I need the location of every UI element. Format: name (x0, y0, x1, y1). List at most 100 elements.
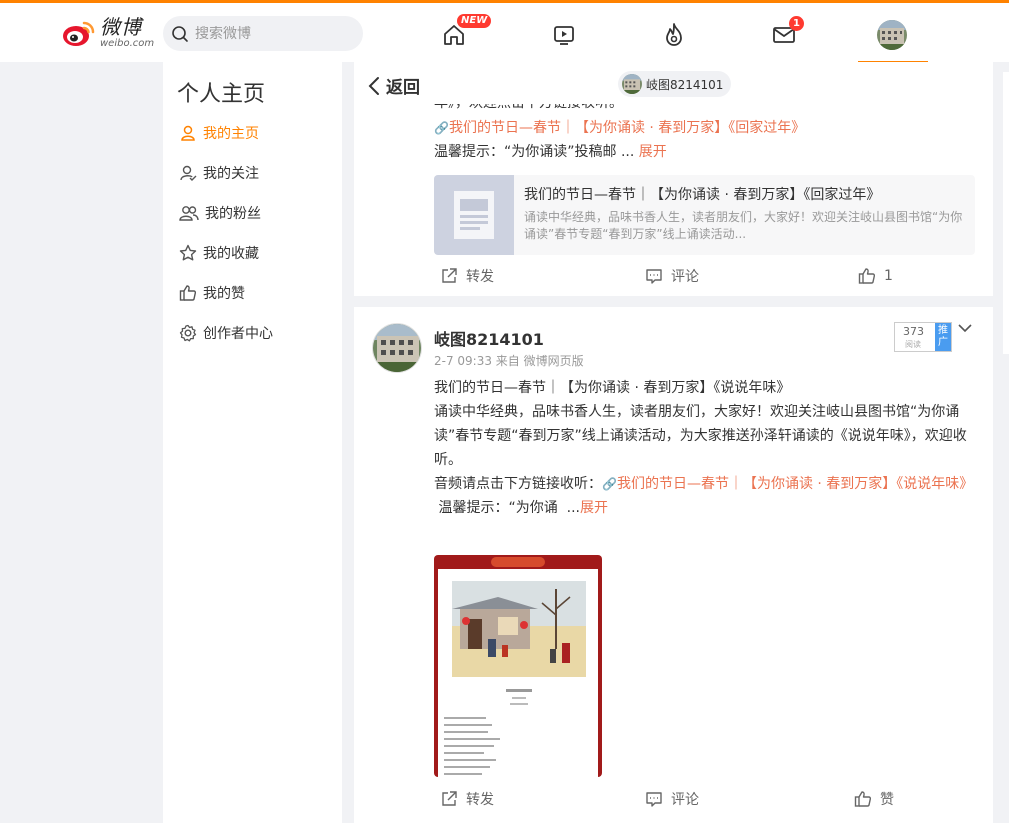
logo-domain: weibo.com (100, 38, 155, 49)
nav-video[interactable] (549, 20, 579, 50)
gear-icon (179, 324, 197, 342)
nav-home[interactable]: NEW (439, 14, 492, 50)
repost-label: 转发 (466, 792, 494, 808)
like-button[interactable]: 赞 (854, 784, 894, 814)
sidebar-item-label: 我的主页 (203, 126, 259, 142)
poster-page (438, 569, 598, 777)
sidebar-item-likes[interactable]: 我的赞 (179, 283, 245, 303)
expand-link[interactable]: 展开 (639, 144, 667, 160)
read-count-box[interactable]: 373 阅读 推广 (894, 322, 952, 352)
post-meta: 2-7 09:33 来自 微博网页版 (434, 354, 584, 368)
left-sidebar: 个人主页 我的主页 我的关注 我的粉丝 我的收藏 我的赞 创作者中心 (163, 62, 342, 823)
post-tip-line: 温馨提示：“为你诵 ...展开 (434, 496, 979, 520)
repost-icon (442, 791, 457, 806)
search-input[interactable] (195, 25, 345, 42)
like-label: 赞 (880, 792, 894, 808)
post-text-title: 我们的节日—春节｜【为你诵读 · 春到万家】《说说年味》 (434, 380, 791, 396)
sidebar-item-creator-center[interactable]: 创作者中心 (179, 323, 273, 343)
user-chip[interactable]: 岐图8214101 (618, 71, 732, 97)
post-username[interactable]: 岐图8214101 (434, 326, 544, 350)
audio-link[interactable]: 🔗我们的节日—春节｜【为你诵读 · 春到万家】《说说年味》 (602, 476, 973, 492)
post-body: 我们的节日—春节｜【为你诵读 · 春到万家】《说说年味》 诵读中华经典，品味书香… (434, 376, 979, 520)
star-icon (179, 244, 197, 261)
repost-button[interactable]: 转发 (440, 784, 494, 814)
post-tip-text: 温馨提示：“为你诵读”投稿邮 (434, 144, 617, 160)
comment-label: 评论 (671, 792, 699, 808)
comment-button[interactable]: 评论 (645, 784, 699, 814)
chevron-left-icon (368, 76, 379, 95)
sidebar-item-label: 我的收藏 (203, 246, 259, 262)
sidebar-item-label: 创作者中心 (203, 326, 273, 342)
weibo-post-card: 岐图8214101 2-7 09:33 来自 微博网页版 373 阅读 推广 我… (354, 307, 993, 823)
right-column-edge (1003, 72, 1009, 354)
document-icon (454, 191, 494, 239)
search-box[interactable] (163, 16, 363, 51)
avatar[interactable] (372, 323, 422, 373)
weibo-eye-logo-icon (62, 19, 96, 47)
user-chip-name: 岐图8214101 (646, 77, 724, 92)
post-ellipsis: ... (566, 500, 580, 516)
avatar (622, 74, 642, 94)
sidebar-item-following[interactable]: 我的关注 (179, 163, 259, 183)
like-count: 1 (884, 268, 893, 284)
sidebar-item-my-home[interactable]: 我的主页 (179, 123, 259, 143)
sidebar-item-label: 我的赞 (203, 286, 245, 302)
post-ellipsis: ... (620, 144, 635, 160)
repost-label: 转发 (466, 269, 494, 285)
post-audio-line: 音频请点击下方链接收听：🔗我们的节日—春节｜【为你诵读 · 春到万家】《说说年味… (434, 472, 979, 496)
link-icon: 🔗 (602, 477, 617, 491)
person-icon (181, 125, 195, 141)
post-more-button[interactable] (958, 321, 972, 337)
fans-icon (179, 206, 199, 221)
post-text-content: 诵读中华经典，品味书香人生，读者朋友们，大家好！欢迎关注岐山县图书馆“为你诵读”… (434, 404, 967, 468)
read-label: 阅读 (905, 340, 921, 349)
back-label: 返回 (386, 78, 420, 98)
sidebar-item-fans[interactable]: 我的粉丝 (179, 203, 261, 223)
nav-profile-avatar[interactable] (877, 20, 907, 50)
comment-icon (646, 269, 662, 284)
thumb-up-icon (179, 285, 197, 301)
post-link-text: 我们的节日—春节｜【为你诵读 · 春到万家】《回家过年》 (448, 120, 806, 136)
post-actions: 转发 评论 赞 (354, 784, 993, 814)
post-tip-line: 温馨提示：“为你诵读”投稿邮 ... 展开 (434, 140, 667, 164)
article-description: 诵读中华经典，品味书香人生，读者朋友们，大家好！欢迎关注岐山县图书馆“为你诵读”… (524, 210, 963, 241)
chevron-down-icon (958, 324, 972, 333)
audio-link-text: 我们的节日—春节｜【为你诵读 · 春到万家】《说说年味》 (616, 476, 974, 492)
expand-link[interactable]: 展开 (580, 500, 608, 516)
weibo-logo[interactable]: 微博 weibo.com (62, 15, 154, 51)
logo-text: 微博 (100, 15, 142, 39)
article-thumbnail (434, 175, 514, 255)
post-actions: 转发 评论 1 (354, 261, 993, 291)
read-count: 373 (903, 325, 924, 338)
new-badge: NEW (457, 14, 492, 28)
post-tip-text: 温馨提示：“为你诵 (438, 500, 558, 516)
post-link[interactable]: 🔗我们的节日—春节｜【为你诵读 · 春到万家】《回家过年》 (434, 120, 805, 136)
poster-header-tag (491, 557, 545, 567)
article-preview-card[interactable]: 我们的节日—春节｜【为你诵读 · 春到万家】《回家过年》 诵读中华经典，品味书香… (434, 175, 975, 255)
thumb-up-icon (858, 268, 876, 284)
like-button[interactable]: 1 (858, 261, 893, 291)
sidebar-item-favorites[interactable]: 我的收藏 (179, 243, 259, 263)
audio-prefix: 音频请点击下方链接收听： (434, 476, 602, 492)
comment-button[interactable]: 评论 (645, 261, 699, 291)
post-link-line: 🔗我们的节日—春节｜【为你诵读 · 春到万家】《回家过年》 (434, 116, 805, 140)
sidebar-item-label: 我的粉丝 (205, 206, 261, 222)
flame-icon (666, 23, 682, 46)
comment-label: 评论 (671, 269, 699, 285)
repost-icon (442, 268, 457, 283)
nav-messages[interactable]: 1 (769, 16, 804, 50)
promote-badge[interactable]: 推广 (935, 323, 951, 351)
repost-button[interactable]: 转发 (440, 261, 494, 291)
follow-icon (180, 165, 197, 181)
video-icon (554, 26, 574, 45)
nav-hot[interactable] (659, 20, 689, 50)
search-icon (172, 25, 188, 42)
article-title: 我们的节日—春节｜【为你诵读 · 春到万家】《回家过年》 (524, 187, 881, 203)
sidebar-title: 个人主页 (177, 82, 266, 107)
back-button[interactable]: 返回 (368, 73, 420, 98)
post-image[interactable] (434, 555, 602, 777)
back-bar: 返回 岐图8214101 (354, 62, 993, 104)
thumb-up-icon (854, 791, 872, 807)
sidebar-item-label: 我的关注 (203, 166, 259, 182)
link-icon: 🔗 (434, 121, 449, 135)
